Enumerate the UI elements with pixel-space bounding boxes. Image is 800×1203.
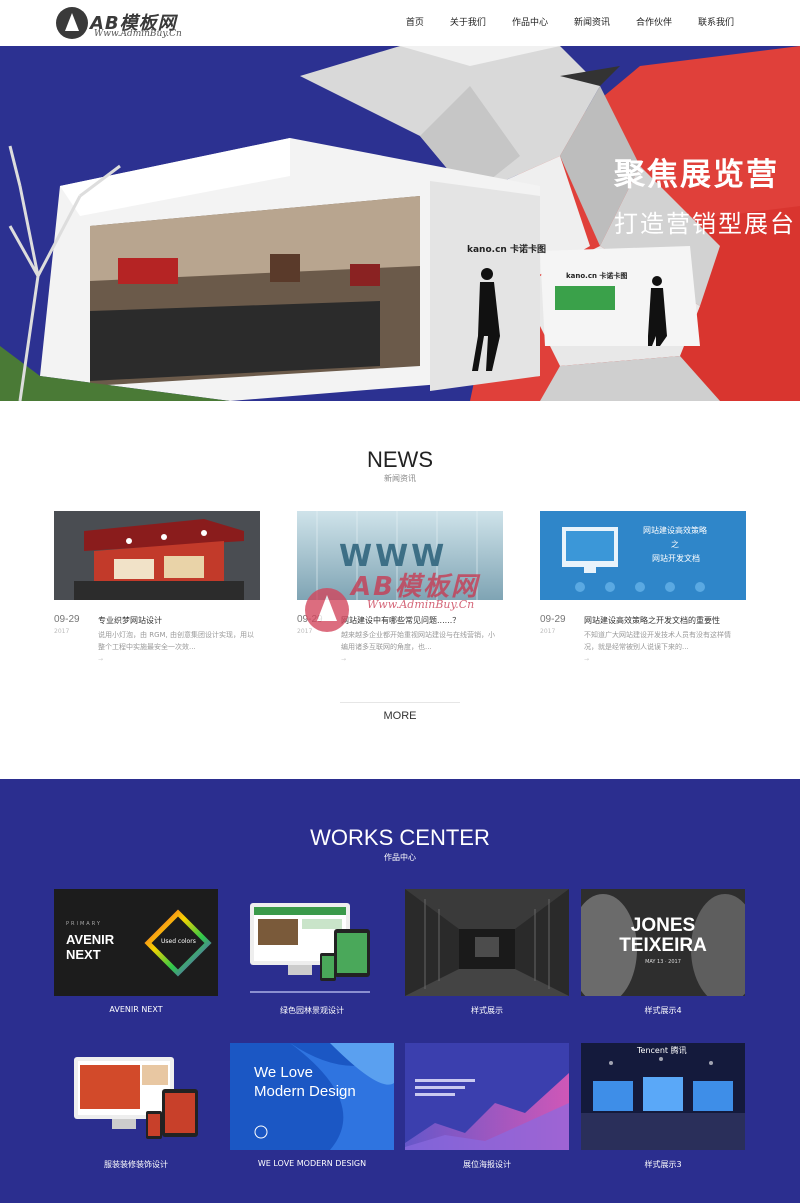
booth-photo xyxy=(54,511,260,600)
hero-title: 聚焦展览营 xyxy=(614,157,779,193)
thumb-line2: 之 xyxy=(671,540,679,549)
work-thumbnail[interactable]: JONES TEIXEIRA MAY 13 · 2017 xyxy=(581,889,745,996)
site-logo[interactable]: AB模板网 Www.AdminBuy.Cn xyxy=(56,7,186,41)
arrow-icon[interactable]: → xyxy=(341,656,346,663)
area-waves-graphic xyxy=(405,1043,569,1150)
work-caption[interactable]: WE LOVE MODERN DESIGN xyxy=(230,1159,394,1168)
news-title[interactable]: 网站建设高效策略之开发文档的重要性 xyxy=(584,615,720,626)
work-caption[interactable]: 样式展示4 xyxy=(581,1005,745,1016)
booth-brand-left: kano.cn 卡诺卡图 xyxy=(467,245,546,255)
nav-news[interactable]: 新闻资讯 xyxy=(574,15,610,28)
logo-icon xyxy=(56,7,88,39)
news-date: 09-29 xyxy=(540,614,566,625)
thumb-line3: 网站开发文档 xyxy=(652,554,700,563)
poster-name-bottom: TEIXEIRA xyxy=(619,935,707,956)
news-section-subtitle: 新闻资讯 xyxy=(384,474,416,483)
food-devices-mockup xyxy=(74,1057,198,1139)
news-title[interactable]: 网站建设中有哪些常见问题......？ xyxy=(341,615,460,626)
news-section-title: NEWS xyxy=(367,447,433,472)
work-caption[interactable]: 绿色园林景观设计 xyxy=(230,1005,394,1016)
tencent-logo-text: Tencent 腾讯 xyxy=(637,1046,687,1055)
www-text: WWW xyxy=(339,539,448,574)
welove-heading: We Love Modern Design xyxy=(254,1064,356,1100)
poster-date: MAY 13 · 2017 xyxy=(645,959,681,965)
work-thumbnail[interactable]: We Love Modern Design xyxy=(230,1043,394,1150)
work-thumbnail[interactable] xyxy=(230,889,394,996)
avenir-badge: Used colors xyxy=(161,938,196,945)
booth-brand-right: kano.cn 卡诺卡图 xyxy=(566,272,628,280)
news-year: 2017 xyxy=(54,628,70,635)
hero-subtitle: 打造营销型展台 xyxy=(614,210,796,238)
news-year: 2017 xyxy=(540,628,556,635)
news-card[interactable]: 网站建设高效策略 之 网站开发文档 09-29 2017 网站建设高效策略之开发… xyxy=(540,511,746,671)
work-caption[interactable]: 展位海报设计 xyxy=(405,1159,569,1170)
nav-partners[interactable]: 合作伙伴 xyxy=(636,15,672,28)
works-section-subtitle: 作品中心 xyxy=(384,853,416,862)
news-card[interactable]: WWW 09-29 2017 网站建设中有哪些常见问题......？ 越来越多企… xyxy=(297,511,503,671)
stage-photo xyxy=(581,1043,745,1150)
news-excerpt: 越来越多企业都开始重视网站建设与在线营销，小编用诸多互联网的角度，也... xyxy=(341,631,495,651)
thumb-line1: 网站建设高效策略 xyxy=(643,526,707,535)
divider xyxy=(340,702,460,703)
news-thumbnail[interactable]: WWW xyxy=(297,511,503,600)
news-excerpt: 不知道广大网站建设开发技术人员有没有这样情况，就是经常被别人说误下来的... xyxy=(584,631,731,651)
nav-about[interactable]: 关于我们 xyxy=(450,15,486,28)
devices-mockup xyxy=(250,903,370,993)
nav-contact[interactable]: 联系我们 xyxy=(698,15,734,28)
poster-name-top: JONES xyxy=(630,915,696,936)
nav-works[interactable]: 作品中心 xyxy=(512,15,548,28)
news-year: 2017 xyxy=(297,628,313,635)
work-caption[interactable]: AVENIR NEXT xyxy=(54,1005,218,1014)
work-caption[interactable]: 服装装修装饰设计 xyxy=(54,1159,218,1170)
work-thumbnail[interactable] xyxy=(405,1043,569,1150)
work-thumbnail[interactable]: Tencent 腾讯 xyxy=(581,1043,745,1150)
logo-url: Www.AdminBuy.Cn xyxy=(94,29,182,39)
news-date: 09-29 xyxy=(297,614,323,625)
main-nav: 首页 关于我们 作品中心 新闻资讯 合作伙伴 联系我们 xyxy=(380,15,734,28)
nav-home[interactable]: 首页 xyxy=(406,15,424,28)
hero-banner[interactable]: kano.cn 卡诺卡图 kano.cn 卡诺卡图 聚焦展览营 打造营销型展台 xyxy=(0,46,800,401)
site-header: AB模板网 Www.AdminBuy.Cn 首页 关于我们 作品中心 新闻资讯 … xyxy=(0,0,800,46)
corridor-photo xyxy=(405,889,569,996)
work-caption[interactable]: 样式展示 xyxy=(405,1005,569,1016)
works-section-title: WORKS CENTER xyxy=(310,825,490,850)
work-thumbnail[interactable] xyxy=(54,1043,218,1150)
news-thumbnail[interactable]: 网站建设高效策略 之 网站开发文档 xyxy=(540,511,746,600)
more-button[interactable]: MORE xyxy=(0,710,800,722)
news-card[interactable]: 09-29 2017 专业织梦网站设计 说用小灯泡，由 RGM, 由创意集团设计… xyxy=(54,511,260,671)
arrow-icon[interactable]: → xyxy=(98,656,103,663)
work-thumbnail[interactable] xyxy=(405,889,569,996)
news-title[interactable]: 专业织梦网站设计 xyxy=(98,615,162,626)
news-date: 09-29 xyxy=(54,614,80,625)
news-excerpt: 说用小灯泡，由 RGM, 由创意集团设计实现，用以整个工程中实施最安全一次效..… xyxy=(98,631,255,651)
news-thumbnail[interactable] xyxy=(54,511,260,600)
arrow-icon[interactable]: → xyxy=(584,656,589,663)
work-caption[interactable]: 样式展示3 xyxy=(581,1159,745,1170)
work-thumbnail[interactable]: PRIMARY AVENIR NEXT Used colors xyxy=(54,889,218,996)
